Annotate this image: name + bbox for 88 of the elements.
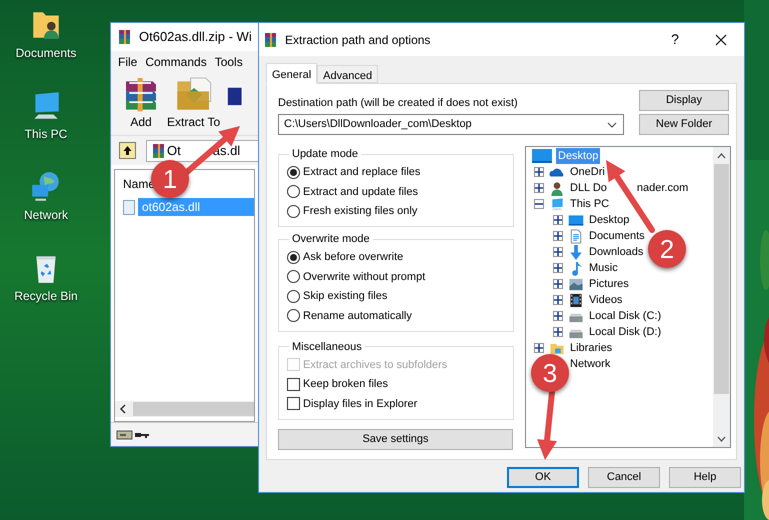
film-icon (568, 292, 584, 308)
tree-item[interactable]: Local Disk (D:) (587, 324, 664, 340)
option-label[interactable]: Extract and update files (303, 184, 418, 200)
radio-button[interactable] (287, 185, 300, 198)
save-settings-button[interactable]: Save settings (278, 428, 513, 450)
desktop-icon-label[interactable]: Recycle Bin (14, 289, 78, 303)
expander-icon[interactable] (534, 183, 544, 193)
checkbox[interactable] (287, 378, 300, 391)
toolbar-button[interactable]: Add (121, 73, 161, 131)
option-label[interactable]: Display files in Explorer (303, 396, 418, 412)
radio-button[interactable] (287, 204, 300, 218)
scrollbar-thumb[interactable] (714, 164, 729, 394)
option-label[interactable]: Extract and replace files (303, 164, 420, 180)
group-title: Update mode (291, 147, 360, 162)
checkbox[interactable] (287, 397, 300, 410)
group-title: Overwrite mode (291, 232, 371, 247)
menu-item[interactable]: Tools (210, 53, 247, 71)
desktop-icon-label[interactable]: This PC (24, 127, 68, 141)
toolbar-button[interactable]: Extract To (167, 73, 220, 131)
tree-item[interactable]: Downloads (587, 244, 646, 260)
scrollbar-thumb[interactable] (133, 402, 254, 416)
tree-item[interactable]: Documents (587, 228, 647, 244)
monitor-icon (549, 196, 565, 212)
tree-item[interactable]: Network (568, 356, 612, 372)
tree-item[interactable]: nader.com (634, 180, 690, 196)
dialog-button[interactable]: OK (507, 467, 579, 488)
option-label[interactable]: Ask before overwrite (303, 249, 404, 266)
option-label[interactable]: Skip existing files (303, 288, 388, 304)
menu-item[interactable]: File (114, 53, 142, 71)
field-label: Destination path (will be created if does not exist) (278, 96, 519, 111)
archive-icon (263, 32, 279, 48)
tab[interactable]: Advanced (317, 65, 378, 83)
person-icon (549, 180, 565, 196)
radio-button[interactable] (287, 270, 300, 284)
tree-item[interactable]: Music (587, 260, 620, 276)
tree-item[interactable]: Desktop (587, 212, 632, 228)
tree-item[interactable]: OneDri (568, 164, 607, 180)
dialog-button[interactable]: Cancel (588, 467, 660, 488)
desktop-icon-label[interactable]: Network (24, 208, 68, 222)
radio-button[interactable] (287, 309, 300, 322)
tree-item[interactable]: Local Disk (C:) (587, 308, 664, 324)
expander-icon[interactable] (553, 215, 563, 225)
option-label[interactable]: Rename automatically (303, 308, 412, 324)
expander-icon[interactable] (553, 295, 563, 305)
chevron-icon[interactable] (607, 122, 617, 128)
archive-icon (151, 142, 167, 158)
expander-icon[interactable] (553, 247, 563, 257)
tab[interactable]: General (266, 63, 318, 84)
option-label[interactable]: Keep broken files (303, 376, 388, 392)
document-icon (568, 228, 584, 244)
expander-icon[interactable] (553, 327, 563, 337)
expander-icon[interactable] (534, 167, 544, 177)
tree-item[interactable]: DLL Do (568, 180, 609, 196)
radio-button[interactable] (287, 290, 300, 303)
group-title: Miscellaneous (291, 340, 363, 354)
radio-button[interactable] (287, 250, 300, 264)
side-button[interactable]: Display (639, 90, 729, 111)
expander-icon[interactable] (553, 279, 563, 289)
screen-icon (531, 148, 553, 164)
scroll-left-icon[interactable] (119, 404, 127, 414)
down-arrow-icon (568, 244, 584, 260)
tree-item[interactable]: Videos (587, 292, 624, 308)
tree-item[interactable]: Pictures (587, 276, 631, 292)
menu-item[interactable]: Commands (141, 53, 211, 71)
option-label[interactable]: Overwrite without prompt (303, 268, 426, 285)
desktop-icon-label[interactable]: Documents (16, 46, 76, 60)
side-button[interactable]: New Folder (639, 114, 729, 135)
drive-key-icon (116, 428, 150, 440)
dialog-button[interactable]: Help (669, 467, 741, 488)
archive-icon (117, 29, 133, 45)
arrow (537, 389, 557, 460)
window-title: Ot602as.dll.zip - Wi (139, 28, 252, 46)
tree-item[interactable]: This PC (568, 196, 612, 212)
path-text: Ot (167, 142, 181, 160)
expander-icon[interactable] (553, 263, 563, 273)
file-icon (123, 200, 135, 214)
expander-icon[interactable] (534, 199, 544, 209)
expander-icon[interactable] (553, 231, 563, 241)
path-combobox[interactable]: C:\Users\DllDownloader_com\Desktop (278, 114, 624, 135)
tree-item[interactable]: Libraries (568, 340, 614, 356)
expander-icon[interactable] (534, 343, 544, 353)
image-icon (568, 276, 584, 292)
window-title: Extraction path and options (285, 32, 432, 48)
help-button[interactable]: ? (652, 29, 698, 50)
expander-icon[interactable] (553, 311, 563, 321)
option-label[interactable]: Fresh existing files only (303, 203, 418, 220)
screen-icon (568, 212, 584, 228)
radio-button[interactable] (287, 166, 300, 179)
